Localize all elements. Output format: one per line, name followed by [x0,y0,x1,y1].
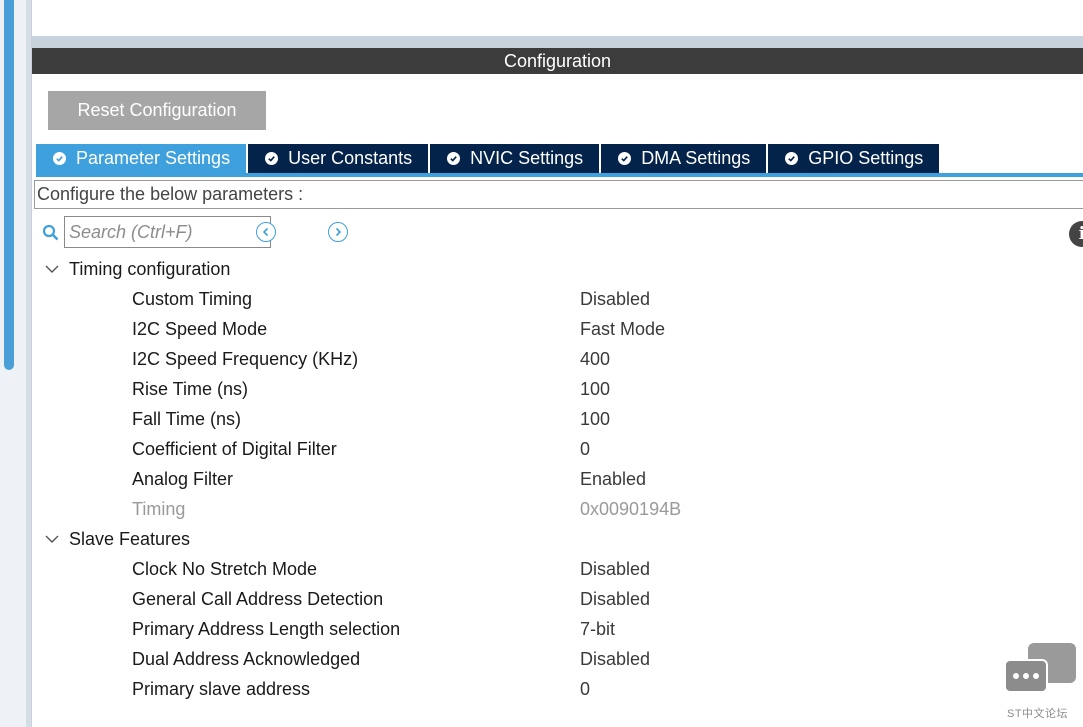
watermark-text: ST中文论坛 [1007,708,1069,720]
param-row[interactable]: Rise Time (ns) 100 [0,374,1083,404]
param-name: Timing [132,499,186,519]
check-circle-icon [265,152,279,165]
param-name: Fall Time (ns) [132,409,242,429]
param-name: Primary slave address [132,679,311,699]
pane-divider-horizontal[interactable] [32,36,1083,48]
param-name: Coefficient of Digital Filter [132,439,337,459]
param-name: Analog Filter [132,469,234,489]
panel-title: Configuration [32,48,1083,74]
check-circle-icon [53,152,66,165]
param-value[interactable]: 100 [580,374,610,404]
check-circle-icon [618,152,632,165]
param-row[interactable]: Primary slave address 0 [0,674,1083,704]
param-name: I2C Speed Frequency (KHz) [132,349,359,369]
param-value[interactable]: 0 [580,434,590,464]
check-circle-icon [785,152,799,165]
tab-underline [36,173,1083,177]
param-value[interactable]: Disabled [580,554,650,584]
param-value: 0x0090194B [580,499,682,519]
chevron-down-icon [45,535,59,543]
group-title: Slave Features [69,528,191,549]
tab-label: Parameter Settings [76,148,231,168]
param-row[interactable]: General Call Address Detection Disabled [0,584,1083,614]
param-row[interactable]: I2C Speed Mode Fast Mode [0,314,1083,344]
group-header-slave-features[interactable]: Slave Features [44,524,190,554]
search-input[interactable] [64,216,271,248]
param-row[interactable]: Fall Time (ns) 100 [0,404,1083,434]
search-icon [42,224,59,241]
tab-label: NVIC Settings [470,148,584,168]
param-value[interactable]: 100 [580,404,610,434]
param-name: Primary Address Length selection [132,619,401,639]
tab-label: User Constants [288,148,413,168]
param-row-disabled: Timing 0x0090194B [0,494,1083,524]
param-value[interactable]: 0 [580,674,590,704]
param-name: Dual Address Acknowledged [132,649,361,669]
tab-label: DMA Settings [641,148,751,168]
chevron-down-icon [45,265,59,273]
tab-dma-settings[interactable]: DMA Settings [601,144,769,173]
tab-nvic-settings[interactable]: NVIC Settings [430,144,602,173]
chevron-right-icon [335,227,342,237]
check-circle-icon [447,152,461,165]
param-row[interactable]: Custom Timing Disabled [0,284,1083,314]
param-row[interactable]: Primary Address Length selection 7-bit [0,614,1083,644]
chevron-left-icon [262,227,269,237]
param-row[interactable]: I2C Speed Frequency (KHz) 400 [0,344,1083,374]
forum-watermark: ST中文论坛 [1000,643,1080,723]
search-bar: i [42,216,1083,248]
top-pane [32,0,1083,36]
chat-dots-icon [1004,659,1048,693]
tab-gpio-settings[interactable]: GPIO Settings [768,144,942,173]
search-next-button[interactable] [328,222,348,242]
param-name: I2C Speed Mode [132,319,268,339]
param-value[interactable]: Fast Mode [580,314,665,344]
param-row[interactable]: Coefficient of Digital Filter 0 [0,434,1083,464]
param-row[interactable]: Dual Address Acknowledged Disabled [0,644,1083,674]
param-value[interactable]: 7-bit [580,614,615,644]
tab-label: GPIO Settings [808,148,924,168]
tab-parameter-settings[interactable]: Parameter Settings [36,144,249,173]
info-icon[interactable]: i [1069,221,1083,247]
param-name: Clock No Stretch Mode [132,559,318,579]
param-value[interactable]: Enabled [580,464,646,494]
param-name: Custom Timing [132,289,253,309]
param-value[interactable]: Disabled [580,644,650,674]
param-name: Rise Time (ns) [132,379,249,399]
param-value[interactable]: Disabled [580,284,650,314]
instruction-text: Configure the below parameters : [34,180,1083,209]
tab-user-constants[interactable]: User Constants [248,144,431,173]
param-row[interactable]: Analog Filter Enabled [0,464,1083,494]
param-name: General Call Address Detection [132,589,384,609]
group-title: Timing configuration [69,258,231,279]
param-value[interactable]: 400 [580,344,610,374]
search-previous-button[interactable] [256,222,276,242]
param-value[interactable]: Disabled [580,584,650,614]
group-header-timing[interactable]: Timing configuration [44,254,230,284]
tab-bar: Parameter Settings User Constants NVIC S… [36,144,942,173]
reset-configuration-button[interactable]: Reset Configuration [48,91,266,130]
param-row[interactable]: Clock No Stretch Mode Disabled [0,554,1083,584]
